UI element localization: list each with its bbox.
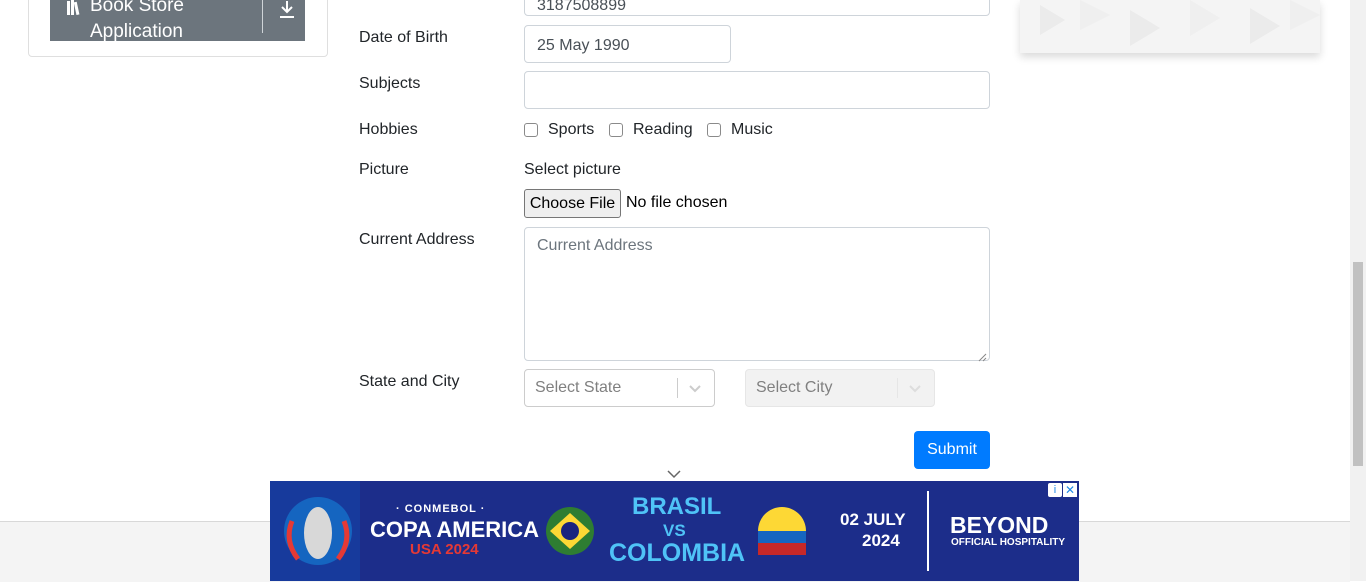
ad-card[interactable] [1020,0,1320,53]
city-select[interactable]: Select City [745,369,935,407]
select-separator [897,378,898,398]
resize-grip-icon[interactable] [978,349,987,362]
sports-checkbox[interactable] [524,123,538,137]
copa-america-text: COPA AMERICA [370,517,540,542]
state-city-label: State and City [359,373,460,390]
ad-info-icon[interactable]: i [1048,483,1062,497]
subjects-label: Subjects [359,75,421,92]
chevron-down-icon[interactable] [688,382,702,394]
book-icon [67,0,85,20]
state-placeholder: Select State [535,379,622,396]
dob-value: 25 May 1990 [537,37,630,54]
file-status: No file chosen [626,194,728,211]
select-picture-text: Select picture [524,161,621,178]
address-label: Current Address [359,231,475,248]
conmebol-text: · CONMEBOL · [396,503,486,515]
submit-button[interactable]: Submit [914,431,990,469]
reading-label[interactable]: Reading [633,121,693,139]
music-label[interactable]: Music [731,121,773,139]
select-separator [677,378,678,398]
hobby-music[interactable]: Music [707,119,773,141]
chevron-down-icon[interactable] [908,382,922,394]
sidebar-card: Book Store Application [28,0,328,57]
date-line-2: 2024 [862,531,900,550]
ad-banner[interactable]: · CONMEBOL · COPA AMERICA USA 2024 BRASI… [270,481,1079,581]
date-line-1: 02 JULY [840,510,906,529]
city-placeholder: Select City [756,379,833,396]
usa-2024-text: USA 2024 [410,541,479,558]
dob-input[interactable]: 25 May 1990 [524,25,731,63]
hobby-sports[interactable]: Sports [524,119,594,141]
state-select[interactable]: Select State [524,369,715,407]
choose-file-button[interactable]: Choose File [524,189,621,218]
divider [927,491,929,571]
ad-close-icon[interactable]: ✕ [1063,483,1077,497]
ad-pattern-image [1040,0,1320,46]
page-scrollbar[interactable] [1350,0,1366,581]
address-placeholder: Current Address [537,237,653,254]
hobbies-label: Hobbies [359,121,418,138]
sidebar-item-book-store[interactable]: Book Store Application [50,0,305,42]
mobile-input[interactable]: 3187508899 [524,0,990,16]
dob-label: Date of Birth [359,29,448,46]
mobile-value: 3187508899 [537,0,626,14]
subjects-input[interactable] [524,71,990,109]
colombia-text: COLOMBIA [609,539,746,567]
current-address-textarea[interactable]: Current Address [524,227,990,362]
brasil-text: BRASIL [632,493,722,520]
hobby-reading[interactable]: Reading [609,119,693,141]
collapse-ad-chevron-icon[interactable] [666,467,682,479]
picture-label: Picture [359,161,409,178]
music-checkbox[interactable] [707,123,721,137]
beyond-logo-text: BEYOND [950,512,1049,538]
reading-checkbox[interactable] [609,123,623,137]
sports-label[interactable]: Sports [548,121,594,139]
scrollbar-thumb[interactable] [1353,262,1363,466]
download-icon[interactable] [278,0,296,19]
sidebar-item-label: Book Store Application [90,0,184,42]
vs-text: VS [663,521,686,540]
divider [262,0,263,33]
official-hospitality-text: OFFICIAL HOSPITALITY [951,537,1066,548]
